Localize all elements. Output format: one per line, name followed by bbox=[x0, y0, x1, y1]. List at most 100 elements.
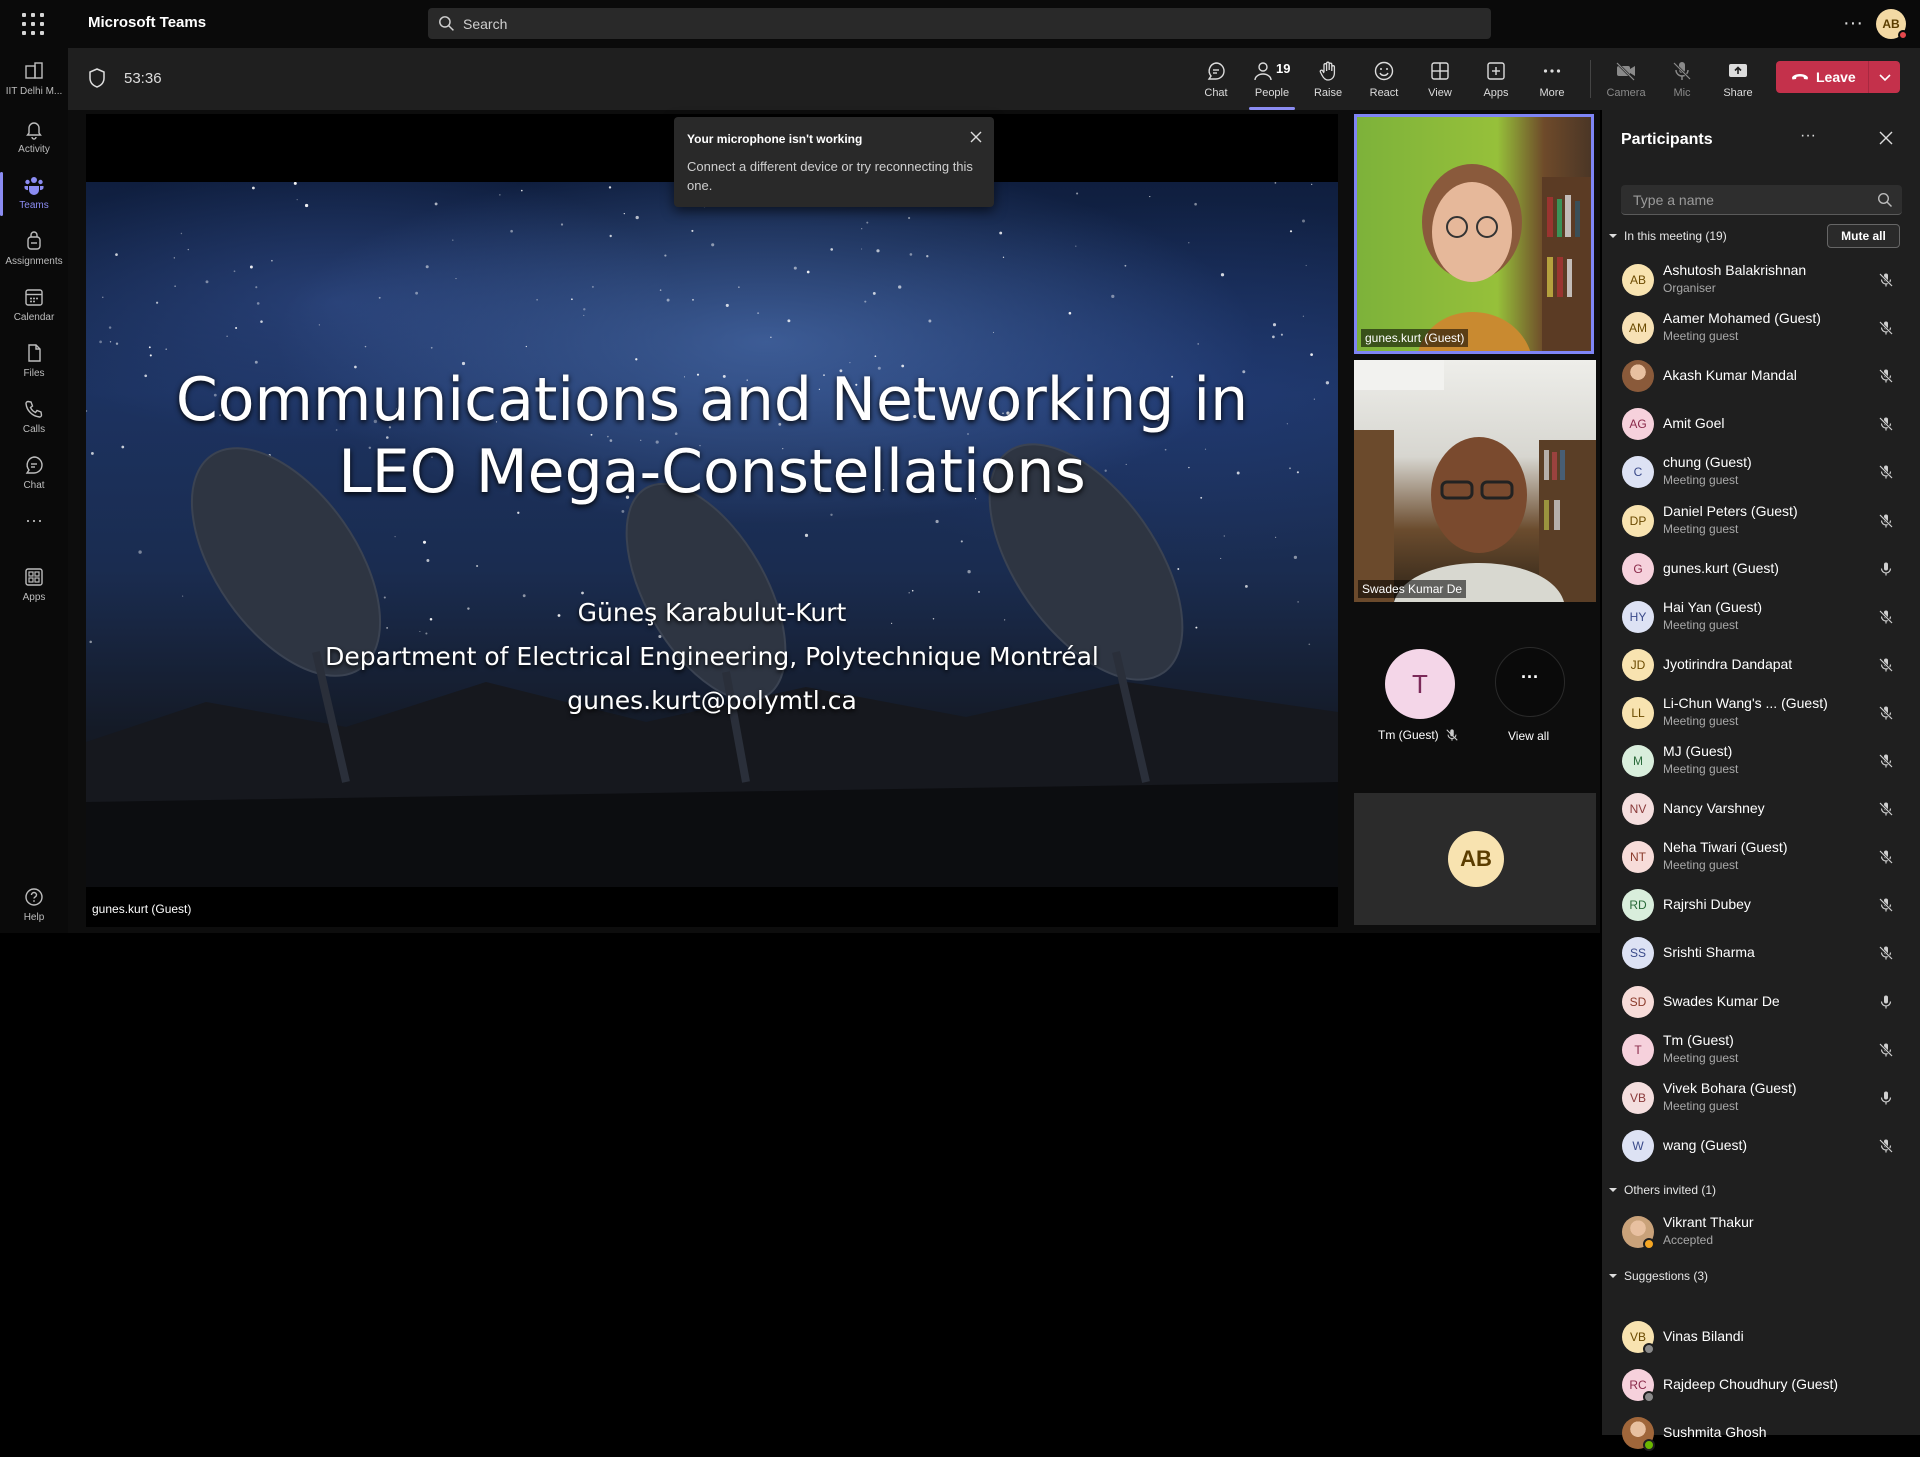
mic-off-icon bbox=[1879, 1138, 1893, 1153]
grid-view-icon bbox=[1431, 62, 1449, 80]
star-dot bbox=[806, 270, 810, 274]
rail-item-help[interactable]: Help bbox=[0, 878, 68, 934]
participant-name: Rajdeep Choudhury (Guest) bbox=[1663, 1376, 1839, 1392]
search-input[interactable]: Search bbox=[428, 8, 1491, 39]
participant-role: Meeting guest bbox=[1663, 521, 1739, 536]
participant-row[interactable]: Ggunes.kurt (Guest) bbox=[1602, 545, 1920, 593]
participant-name: Sushmita Ghosh bbox=[1663, 1424, 1767, 1440]
video-tile-swades[interactable]: Swades Kumar De bbox=[1354, 360, 1596, 602]
raise-hand-button[interactable]: Raise bbox=[1303, 56, 1353, 104]
participant-name: Li-Chun Wang's ... (Guest) bbox=[1663, 694, 1828, 711]
people-button[interactable]: 19 People bbox=[1247, 56, 1297, 110]
self-video-tile[interactable]: AB bbox=[1354, 793, 1596, 925]
participant-row[interactable]: LL Li-Chun Wang's ... (Guest) Meeting gues… bbox=[1602, 689, 1920, 737]
rail-item-apps[interactable]: Apps bbox=[0, 558, 68, 614]
leave-options-button[interactable] bbox=[1868, 61, 1900, 93]
participant-row[interactable]: DP Daniel Peters (Guest) Meeting guest bbox=[1602, 497, 1920, 545]
star-dot bbox=[608, 186, 612, 189]
mic-button[interactable]: Mic bbox=[1657, 56, 1707, 104]
participant-search-input[interactable] bbox=[1633, 185, 1863, 215]
rail-item-assignments[interactable]: Assignments bbox=[0, 222, 68, 278]
chat-label: Chat bbox=[1204, 87, 1228, 99]
star-dot bbox=[908, 216, 911, 220]
mic-on-icon bbox=[1880, 1091, 1892, 1105]
view-all-label[interactable]: View all bbox=[1508, 729, 1549, 743]
leave-main-button[interactable]: Leave bbox=[1776, 61, 1868, 93]
react-button[interactable]: React bbox=[1359, 56, 1409, 104]
more-button[interactable]: More bbox=[1527, 56, 1577, 104]
participant-row[interactable]: Akash Kumar Mandal bbox=[1602, 352, 1920, 400]
section-in-meeting[interactable]: In this meeting (19) bbox=[1608, 229, 1727, 243]
participant-row[interactable]: Cchung (Guest) Meeting guest bbox=[1602, 448, 1920, 496]
participants-panel: Participants ··· In this meeting (19) Mu… bbox=[1602, 110, 1920, 1451]
rail-item-teams[interactable]: Teams bbox=[0, 166, 68, 222]
participant-row[interactable]: SS Srishti Sharma bbox=[1602, 929, 1920, 977]
participant-row[interactable]: VB Vivek Bohara (Guest) Meeting guest bbox=[1602, 1074, 1920, 1122]
rail-label: Help bbox=[23, 912, 45, 923]
share-button[interactable]: Share bbox=[1713, 56, 1763, 104]
participant-row[interactable]: T Tm (Guest) Meeting guest bbox=[1602, 1026, 1920, 1074]
participant-video-image bbox=[1418, 164, 1591, 351]
rail-item-activity[interactable]: Activity bbox=[0, 110, 68, 166]
add-app-icon bbox=[1487, 62, 1505, 80]
rail-item-calendar[interactable]: Calendar bbox=[0, 278, 68, 334]
rail-item-org[interactable]: IIT Delhi M... bbox=[0, 52, 68, 108]
participant-row[interactable]: RD Rajrshi Dubey bbox=[1602, 881, 1920, 929]
mute-all-button[interactable]: Mute all bbox=[1827, 224, 1900, 248]
slide-email: gunes.kurt@polymtl.ca bbox=[567, 686, 857, 715]
star-dot bbox=[908, 592, 910, 594]
camera-button[interactable]: Camera bbox=[1601, 56, 1651, 104]
settings-more-icon[interactable]: ··· bbox=[1838, 8, 1868, 38]
participant-search[interactable] bbox=[1621, 185, 1902, 215]
close-icon[interactable] bbox=[1878, 130, 1894, 146]
slide-department: Department of Electrical Engineering, Po… bbox=[325, 642, 1099, 671]
star-dot bbox=[452, 239, 454, 241]
chat-button[interactable]: Chat bbox=[1191, 56, 1241, 104]
star-dot bbox=[623, 212, 625, 215]
participant-role: Meeting guest bbox=[1663, 617, 1739, 632]
rail-item-more[interactable]: ··· bbox=[0, 502, 68, 542]
participant-row[interactable]: AB Ashutosh Balakrishnan Organiser bbox=[1602, 256, 1920, 304]
share-label: Share bbox=[1723, 87, 1753, 99]
section-suggestions[interactable]: Suggestions (3) bbox=[1608, 1269, 1708, 1283]
star-dot bbox=[252, 186, 255, 190]
participant-row[interactable]: Sushmita Ghosh bbox=[1602, 1409, 1920, 1457]
participant-row[interactable]: SD Swades Kumar De bbox=[1602, 978, 1920, 1026]
participant-avatar: LL bbox=[1622, 696, 1654, 729]
section-others-invited[interactable]: Others invited (1) bbox=[1608, 1183, 1716, 1197]
close-icon[interactable] bbox=[968, 129, 984, 145]
view-all-button[interactable]: ··· bbox=[1495, 647, 1565, 717]
rail-item-calls[interactable]: Calls bbox=[0, 390, 68, 446]
participant-avatar: M bbox=[1622, 745, 1654, 777]
participant-row[interactable]: Wwang (Guest) bbox=[1602, 1122, 1920, 1170]
avatar-tm[interactable]: T bbox=[1385, 649, 1455, 719]
rail-item-files[interactable]: Files bbox=[0, 334, 68, 390]
app-launcher-icon[interactable] bbox=[20, 11, 46, 37]
participant-row[interactable]: NT Neha Tiwari (Guest) Meeting guest bbox=[1602, 833, 1920, 881]
apps-button[interactable]: Apps bbox=[1471, 56, 1521, 104]
participant-row[interactable]: Vikrant Thakur Accepted bbox=[1602, 1208, 1920, 1256]
star-dot bbox=[583, 308, 586, 311]
star-dot bbox=[659, 289, 662, 291]
participant-row[interactable]: RC Rajdeep Choudhury (Guest) bbox=[1602, 1361, 1920, 1409]
participant-row[interactable]: JD Jyotirindra Dandapat bbox=[1602, 641, 1920, 689]
view-button[interactable]: View bbox=[1415, 56, 1465, 104]
rail-item-chat[interactable]: Chat bbox=[0, 446, 68, 502]
participant-row[interactable]: M MJ (Guest) Meeting guest bbox=[1602, 737, 1920, 785]
star-dot bbox=[1274, 182, 1277, 184]
participant-row[interactable]: VB Vinas Bilandi bbox=[1602, 1313, 1920, 1361]
hand-icon bbox=[1319, 61, 1336, 81]
leave-button[interactable]: Leave bbox=[1776, 61, 1900, 93]
participant-row[interactable]: AG Amit Goel bbox=[1602, 400, 1920, 448]
participant-row[interactable]: AM Aamer Mohamed (Guest) Meeting guest bbox=[1602, 304, 1920, 352]
star-dot bbox=[738, 286, 740, 288]
mic-on-icon bbox=[1880, 995, 1892, 1008]
video-tile-gunes[interactable]: gunes.kurt (Guest) bbox=[1354, 114, 1594, 354]
panel-more-icon[interactable]: ··· bbox=[1798, 128, 1818, 148]
star-dot bbox=[1245, 585, 1248, 588]
star-dot bbox=[1280, 333, 1283, 336]
participant-row[interactable]: HY Hai Yan (Guest) Meeting guest bbox=[1602, 593, 1920, 641]
participant-row[interactable]: NV Nancy Varshney bbox=[1602, 785, 1920, 833]
shield-icon[interactable] bbox=[88, 68, 106, 88]
star-dot bbox=[935, 519, 939, 524]
